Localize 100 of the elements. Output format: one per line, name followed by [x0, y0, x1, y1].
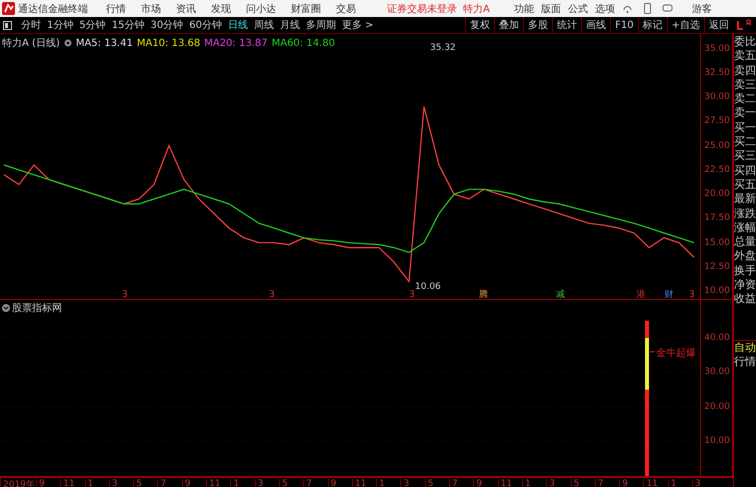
menu-item[interactable]: 行情 [106, 2, 126, 16]
price-tick: 27.50 [704, 116, 730, 126]
date-label: 1 [668, 479, 692, 487]
settings-icon[interactable] [64, 39, 72, 47]
date-label: 1 [522, 479, 546, 487]
toolbar-button[interactable]: 统计 [552, 17, 582, 33]
quote-label: 涨跌 [734, 206, 756, 221]
indicator-tick: 20.00 [704, 402, 730, 412]
leader-line [650, 351, 656, 352]
price-tick: 30.00 [704, 92, 730, 102]
indicator-tick: 40.00 [704, 332, 730, 343]
ma-value: MA60: 14.80 [272, 38, 335, 48]
user-name[interactable]: 游客 [692, 2, 712, 16]
quote-label: 卖四 [734, 64, 756, 78]
quote-label: 换手 [734, 264, 756, 278]
period-tab[interactable]: 周线 [250, 18, 277, 32]
period-tab[interactable]: 5分钟 [76, 18, 109, 32]
date-label: 1 [84, 479, 109, 487]
date-label: 5 [133, 479, 158, 487]
quote-label: 卖二 [734, 92, 756, 106]
quote-label: 委比 [734, 35, 756, 50]
quote-label[interactable]: 自动 [734, 340, 756, 355]
date-label: 3 [108, 479, 134, 487]
date-label: 7 [594, 479, 620, 487]
toolbar-button[interactable]: F10 [610, 17, 638, 33]
date-label: 9 [619, 479, 644, 487]
event-marker[interactable]: 减 [556, 290, 565, 299]
menu-item[interactable]: 交易 [336, 2, 356, 16]
toolbar-button[interactable]: 标记 [638, 17, 667, 33]
quote-label: 净资 [734, 278, 756, 292]
menu-item[interactable]: 资讯 [176, 2, 196, 16]
menu-item[interactable]: 功能 [514, 2, 534, 16]
phone-icon[interactable] [642, 3, 653, 14]
date-label: 11 [498, 479, 522, 487]
period-tab[interactable]: 30分钟 [147, 18, 186, 32]
price-tick: 22.50 [704, 164, 730, 175]
date-label: 11 [206, 479, 230, 487]
quote-label[interactable]: 行情 [734, 354, 756, 370]
price-tick: 32.50 [704, 68, 730, 78]
stock-name: 特力A [463, 2, 490, 16]
quote-label: 买五 [734, 178, 756, 192]
date-label: 3 [692, 479, 716, 487]
event-marker[interactable]: 腾 [479, 290, 488, 299]
date-label: 3 [400, 479, 425, 487]
event-marker[interactable]: 港 [636, 290, 646, 299]
event-marker[interactable]: 3 [122, 290, 128, 299]
period-tab[interactable]: 分时 [18, 18, 44, 32]
menu-item[interactable]: 版面 [540, 2, 561, 16]
quote-label: 收益 [734, 292, 756, 307]
toolbar-button[interactable]: 叠加 [494, 17, 524, 33]
period-tab[interactable]: 15分钟 [108, 18, 148, 32]
toolbar-button[interactable]: 多股 [523, 17, 552, 33]
indicator-title: 股票指标网 [12, 302, 62, 315]
ma-value: MA20: 13.87 [204, 38, 268, 48]
message-icon[interactable] [662, 3, 673, 14]
quote-label: 外盘 [734, 249, 756, 264]
price-tick: 17.50 [704, 213, 730, 224]
date-label: 7 [157, 479, 182, 487]
period-tab[interactable]: 月线 [276, 18, 303, 32]
period-tab[interactable]: 60分钟 [186, 18, 225, 32]
menu-item[interactable]: 市场 [141, 2, 161, 16]
menu-item[interactable]: 选项 [594, 2, 615, 16]
toolbar-button[interactable]: 返回 [704, 17, 733, 33]
menu-item[interactable]: 问小达 [246, 2, 276, 16]
period-tab[interactable]: 更多 > [338, 18, 377, 32]
quote-label: 卖一 [734, 106, 756, 121]
event-marker[interactable]: 3 [409, 290, 415, 299]
toolbar-button[interactable]: 画线 [581, 17, 610, 33]
panel-toggle-icon[interactable] [3, 20, 12, 30]
period-tab[interactable]: 日线 [224, 18, 251, 32]
menu-item[interactable]: 发现 [211, 2, 231, 16]
ma-value: MA5: 13.41 [76, 38, 133, 48]
quote-label: 涨幅 [734, 220, 756, 236]
event-marker[interactable]: 3 [269, 290, 275, 299]
collapse-icon[interactable] [2, 304, 10, 312]
event-marker[interactable]: 3 [689, 290, 695, 299]
toolbar-button[interactable]: 复权 [465, 17, 494, 33]
date-label: 11 [60, 479, 85, 487]
date-label: 5 [424, 479, 450, 487]
period-tab[interactable]: 多周期 [302, 18, 339, 32]
quote-label: 买三 [734, 149, 756, 164]
date-label: 3 [546, 479, 571, 487]
date-label: 1 [230, 479, 255, 487]
menu-item[interactable]: 财富圈 [291, 2, 321, 16]
indicator-tick: 10.00 [704, 436, 730, 446]
quote-label: 买二 [734, 135, 756, 150]
price-tick: 20.00 [704, 189, 730, 200]
ma-value: MA10: 13.68 [136, 38, 200, 48]
login-status[interactable]: 证券交易未登录 [387, 2, 457, 16]
price-tick: 35.00 [704, 44, 730, 54]
period-tab[interactable]: 1分钟 [44, 18, 76, 32]
date-label: 5 [570, 479, 595, 487]
date-label: 7 [449, 479, 474, 487]
event-marker[interactable]: 财 [664, 290, 674, 299]
quote-label: 买四 [734, 164, 756, 178]
low-price-label: 10.06 [415, 282, 441, 292]
price-tick: 15.00 [704, 238, 730, 248]
date-label: 9 [182, 479, 206, 487]
toolbar-button[interactable]: +自选 [666, 17, 704, 33]
menu-item[interactable]: 公式 [568, 2, 588, 16]
